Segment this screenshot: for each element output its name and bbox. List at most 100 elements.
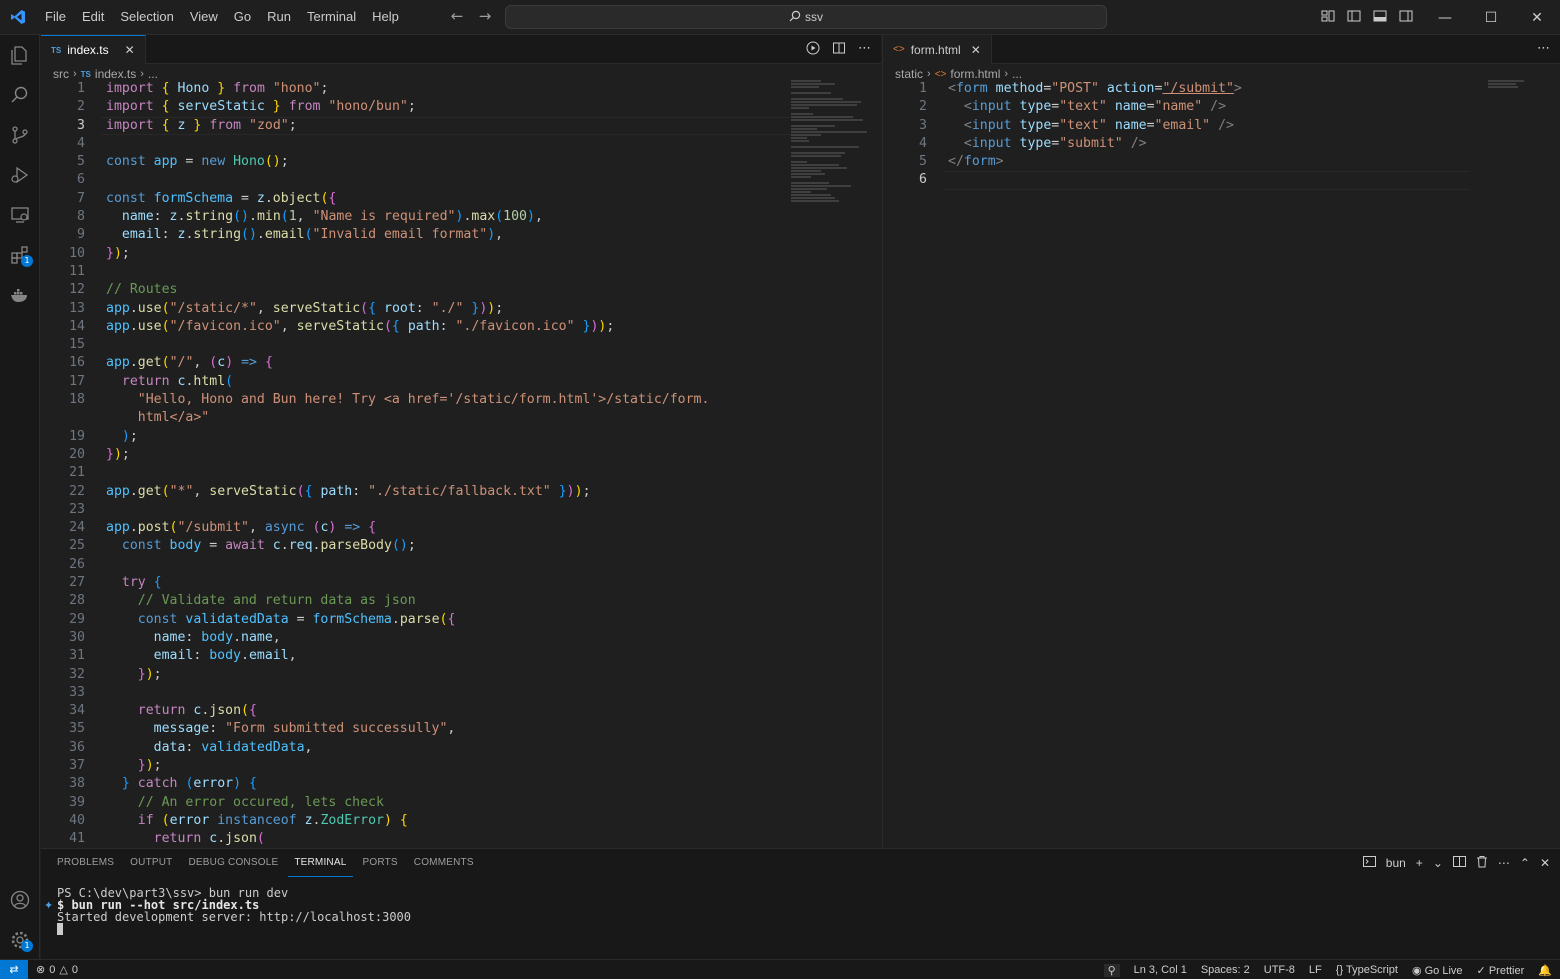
language-label: TypeScript xyxy=(1345,964,1398,976)
forward-arrow-icon[interactable]: → xyxy=(476,7,494,25)
end-of-line[interactable]: LF xyxy=(1309,964,1322,976)
go-live-button[interactable]: ◉ Go Live xyxy=(1412,964,1463,977)
chevron-down-icon[interactable]: ⌄ xyxy=(1433,856,1443,870)
extensions-badge: 1 xyxy=(21,255,33,267)
language-mode[interactable]: {} TypeScript xyxy=(1336,964,1398,976)
zoom-icon[interactable]: ⚲ xyxy=(1103,963,1120,977)
customize-layout-icon[interactable] xyxy=(1320,8,1338,26)
minimap-row xyxy=(791,104,857,106)
editor-tabs-right: <> form.html ✕ ⋯ xyxy=(883,35,1560,64)
breadcrumb-file[interactable]: index.ts xyxy=(95,67,136,81)
tab-index-ts[interactable]: TS index.ts ✕ xyxy=(41,35,146,64)
minimap-row xyxy=(791,98,843,100)
minimap-row xyxy=(791,173,825,175)
minimap-row xyxy=(791,191,811,193)
menu-run[interactable]: Run xyxy=(259,5,299,29)
tab-problems[interactable]: PROBLEMS xyxy=(51,849,120,877)
maximize-icon[interactable]: ☐ xyxy=(1468,0,1514,35)
minimap-left[interactable] xyxy=(791,80,867,210)
explorer-icon[interactable] xyxy=(0,35,40,75)
breadcrumb-symbol[interactable]: ... xyxy=(148,67,158,81)
code-editor-form-html[interactable]: 1 <form method="POST" action="/submit"> 2… xyxy=(883,80,1560,191)
breadcrumb-symbol[interactable]: ... xyxy=(1012,67,1022,81)
close-window-icon[interactable]: ✕ xyxy=(1514,0,1560,35)
code-editor-index-ts[interactable]: 1 import { Hono } from "hono"; 2 import { … xyxy=(41,80,881,848)
new-terminal-icon[interactable]: + xyxy=(1416,856,1423,870)
error-count: 0 xyxy=(49,963,56,976)
tab-terminal[interactable]: TERMINAL xyxy=(288,849,353,877)
minimap-right[interactable] xyxy=(1488,80,1526,90)
prettier-status[interactable]: ✓ Prettier xyxy=(1477,964,1525,977)
toggle-panel-icon[interactable] xyxy=(1372,8,1390,26)
chevron-right-icon: › xyxy=(140,68,144,80)
tab-form-html[interactable]: <> form.html ✕ xyxy=(883,35,992,64)
typescript-file-icon: TS xyxy=(80,69,91,79)
menu-go[interactable]: Go xyxy=(226,5,259,29)
problems-status[interactable]: ⊗ 0 △ 0 xyxy=(36,963,78,977)
more-actions-icon[interactable]: ⋯ xyxy=(1498,856,1510,870)
menu-help[interactable]: Help xyxy=(364,5,407,29)
minimap-row xyxy=(791,128,817,130)
status-bar: ⇄ ⊗ 0 △ 0 ⚲ Ln 3, Col 1 Spaces: 2 UTF-8 … xyxy=(0,959,1560,979)
editor-group-left: TS index.ts ✕ ⋯ src › TS index.ts › ... … xyxy=(41,35,881,847)
toggle-primary-sidebar-icon[interactable] xyxy=(1346,8,1364,26)
menu-file[interactable]: File xyxy=(37,5,74,29)
split-editor-icon[interactable] xyxy=(832,41,846,59)
breadcrumb-folder[interactable]: static xyxy=(895,67,923,81)
menu-terminal[interactable]: Terminal xyxy=(299,5,364,29)
notifications-bell-icon[interactable]: 🔔 xyxy=(1538,964,1552,977)
indentation[interactable]: Spaces: 2 xyxy=(1201,964,1250,976)
breadcrumb-file[interactable]: form.html xyxy=(950,67,1000,81)
minimap-row xyxy=(791,86,819,88)
minimap-row xyxy=(791,188,827,190)
vscode-logo-icon xyxy=(0,0,35,35)
source-control-icon[interactable] xyxy=(0,115,40,155)
menu-edit[interactable]: Edit xyxy=(74,5,112,29)
run-file-icon[interactable] xyxy=(806,41,820,59)
typescript-file-icon: TS xyxy=(51,45,62,55)
menu-selection[interactable]: Selection xyxy=(112,5,181,29)
terminal-name[interactable]: bun xyxy=(1386,856,1406,870)
tab-output[interactable]: OUTPUT xyxy=(124,849,178,877)
close-tab-icon[interactable]: ✕ xyxy=(971,43,981,57)
minimap-row xyxy=(791,134,821,136)
minimap-row xyxy=(791,164,839,166)
tab-comments[interactable]: COMMENTS xyxy=(408,849,480,877)
terminal-output[interactable]: PS C:\dev\part3\ssv> bun run dev $ bun r… xyxy=(57,887,411,935)
remote-explorer-icon[interactable] xyxy=(0,195,40,235)
panel-tabs: PROBLEMS OUTPUT DEBUG CONSOLE TERMINAL P… xyxy=(41,849,1560,877)
breadcrumb-folder[interactable]: src xyxy=(53,67,69,81)
trash-icon[interactable] xyxy=(1476,855,1488,871)
command-center-label: ssv xyxy=(805,10,823,24)
toggle-secondary-sidebar-icon[interactable] xyxy=(1398,8,1416,26)
minimap-row xyxy=(791,101,861,103)
search-view-icon[interactable] xyxy=(0,75,40,115)
braces-icon: {} xyxy=(1335,964,1344,976)
run-and-debug-icon[interactable] xyxy=(0,155,40,195)
more-actions-icon[interactable]: ⋯ xyxy=(1537,41,1550,56)
tab-label: index.ts xyxy=(67,43,109,57)
split-terminal-icon[interactable] xyxy=(1452,855,1466,871)
extensions-icon[interactable]: 1 xyxy=(0,235,40,275)
close-panel-icon[interactable]: ✕ xyxy=(1540,856,1550,870)
docker-icon[interactable] xyxy=(0,275,40,315)
status-bar-right: ⚲ Ln 3, Col 1 Spaces: 2 UTF-8 LF {} Type… xyxy=(1103,960,1552,979)
html-file-icon: <> xyxy=(934,68,947,80)
settings-gear-icon[interactable]: 1 xyxy=(0,920,40,960)
minimap-row xyxy=(791,176,811,178)
remote-indicator-icon[interactable]: ⇄ xyxy=(0,959,28,979)
close-tab-icon[interactable]: ✕ xyxy=(125,43,135,57)
encoding[interactable]: UTF-8 xyxy=(1264,964,1295,976)
tab-ports[interactable]: PORTS xyxy=(357,849,404,877)
bottom-panel: PROBLEMS OUTPUT DEBUG CONSOLE TERMINAL P… xyxy=(41,848,1560,959)
command-center-search[interactable]: ssv xyxy=(505,5,1107,29)
maximize-panel-icon[interactable]: ⌃ xyxy=(1520,856,1530,870)
tab-debug-console[interactable]: DEBUG CONSOLE xyxy=(182,849,284,877)
menu-view[interactable]: View xyxy=(182,5,226,29)
minimize-icon[interactable]: — xyxy=(1422,0,1468,35)
accounts-icon[interactable] xyxy=(0,880,40,920)
html-file-icon: <> xyxy=(893,44,905,55)
more-actions-icon[interactable]: ⋯ xyxy=(858,41,871,59)
cursor-position[interactable]: Ln 3, Col 1 xyxy=(1134,964,1187,976)
back-arrow-icon[interactable]: ← xyxy=(448,7,466,25)
